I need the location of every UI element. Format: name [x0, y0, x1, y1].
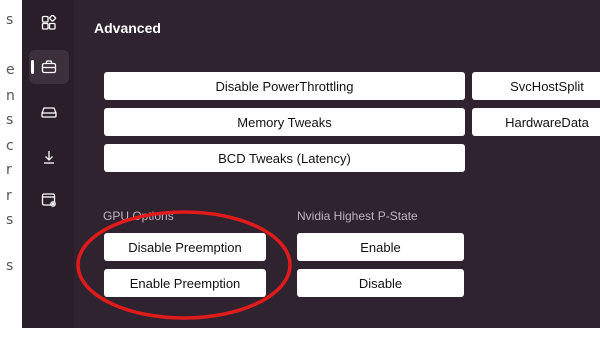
background-char: r [6, 188, 12, 204]
background-char: c [6, 138, 14, 154]
nav-item-home[interactable] [29, 6, 69, 40]
background-char: s [6, 258, 14, 274]
nvidia-disable-button[interactable]: Disable [297, 269, 464, 297]
main-content: Advanced Disable PowerThrottling Memory … [74, 0, 600, 328]
bcd-tweaks-button[interactable]: BCD Tweaks (Latency) [104, 144, 465, 172]
nav-item-storage[interactable] [29, 95, 69, 129]
sidebar [22, 0, 74, 328]
page-header: Advanced [74, 0, 600, 52]
nvidia-pstate-label: Nvidia Highest P-State [297, 209, 418, 223]
window-settings-icon [41, 193, 56, 207]
enable-preemption-button[interactable]: Enable Preemption [104, 269, 266, 297]
hardwaredata-button[interactable]: HardwareData [472, 108, 600, 136]
background-char: s [6, 212, 14, 228]
background-char: n [6, 88, 15, 104]
active-indicator [31, 60, 34, 74]
app-window: Advanced Disable PowerThrottling Memory … [22, 0, 600, 328]
nvidia-enable-button[interactable]: Enable [297, 233, 464, 261]
background-window-strip: s e n s c r r s s [0, 0, 22, 328]
disable-preemption-button[interactable]: Disable Preemption [104, 233, 266, 261]
background-char: s [6, 112, 14, 128]
memory-tweaks-button[interactable]: Memory Tweaks [104, 108, 465, 136]
grid-plus-icon [41, 15, 57, 30]
background-char: s [6, 12, 14, 28]
nav-item-settings[interactable] [29, 183, 69, 217]
background-char: r [6, 162, 12, 178]
nav-item-tools[interactable] [29, 50, 69, 84]
background-bottom-strip [0, 328, 600, 360]
drive-icon [41, 107, 57, 118]
download-icon [44, 151, 54, 164]
page-title: Advanced [94, 20, 161, 36]
disable-powerthrottling-button[interactable]: Disable PowerThrottling [104, 72, 465, 100]
background-char: e [6, 62, 15, 78]
gpu-options-label: GPU Options [103, 209, 174, 223]
nav-item-downloads[interactable] [29, 140, 69, 174]
briefcase-icon [41, 60, 57, 74]
advanced-panel: Disable PowerThrottling Memory Tweaks BC… [74, 52, 600, 328]
svchostsplit-button[interactable]: SvcHostSplit [472, 72, 600, 100]
